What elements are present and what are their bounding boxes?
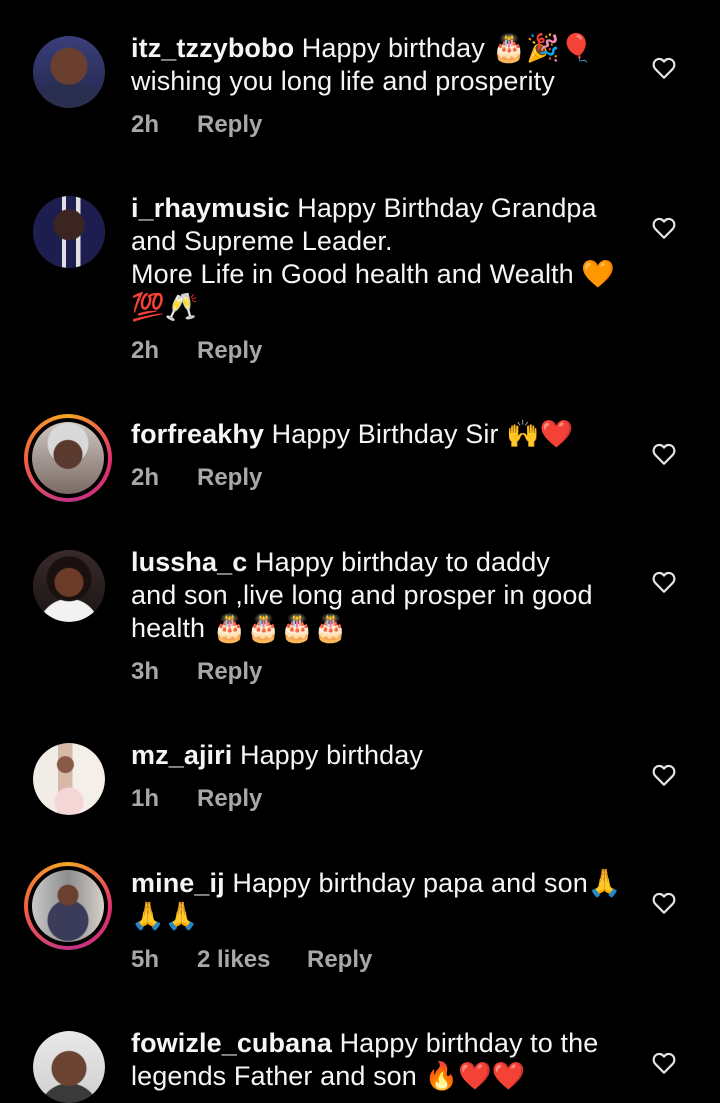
comment-body-line: More Life in Good health and Wealth 🧡 bbox=[131, 259, 616, 289]
comment-text: fowizle_cubana Happy birthday to the leg… bbox=[131, 1027, 631, 1093]
comment-time: 1h bbox=[131, 785, 160, 812]
heart-outline-icon[interactable] bbox=[651, 55, 677, 81]
comment-meta: 2h Reply bbox=[131, 464, 262, 492]
comment-body-line: Happy birthday to daddy bbox=[254, 547, 550, 577]
reply-button[interactable]: Reply bbox=[197, 785, 262, 813]
comment-username[interactable]: fowizle_cubana bbox=[131, 1028, 332, 1058]
heart-outline-icon[interactable] bbox=[651, 441, 677, 467]
avatar[interactable] bbox=[33, 196, 105, 268]
comment-body-line: Happy birthday bbox=[239, 740, 423, 770]
comment-body-line: legends Father and son 🔥❤️❤️ bbox=[131, 1061, 526, 1091]
avatar[interactable] bbox=[33, 36, 105, 108]
comment-meta: 1h Reply bbox=[131, 785, 262, 813]
comment-username[interactable]: i_rhaymusic bbox=[131, 193, 290, 223]
comment-body-line: Happy Birthday Grandpa bbox=[297, 193, 597, 223]
comment-body-line: Happy birthday to the bbox=[339, 1028, 599, 1058]
comment-body-line: wishing you long life and prosperity bbox=[131, 66, 555, 96]
comment-text: mine_ij Happy birthday papa and son🙏 🙏🙏 bbox=[131, 867, 631, 933]
comment-meta: 2h Reply bbox=[131, 337, 262, 365]
comment-time: 3h bbox=[131, 658, 160, 685]
comment-meta: 3h Reply bbox=[131, 658, 262, 686]
avatar[interactable] bbox=[33, 1031, 105, 1103]
comment-body-line: Happy birthday 🎂🎉🎈 bbox=[301, 33, 594, 63]
comment-likes-count[interactable]: 2 likes bbox=[197, 946, 307, 974]
comment-body-line: 💯🥂 bbox=[131, 292, 199, 322]
comment-meta: 5h 2 likes Reply bbox=[131, 946, 372, 974]
comment-body-line: Happy birthday papa and son🙏 bbox=[232, 868, 622, 898]
comment-text: lussha_c Happy birthday to daddy and son… bbox=[131, 546, 631, 645]
heart-outline-icon[interactable] bbox=[651, 890, 677, 916]
reply-button[interactable]: Reply bbox=[197, 658, 262, 686]
comment-time: 2h bbox=[131, 337, 160, 364]
comment-text: itz_tzzybobo Happy birthday 🎂🎉🎈 wishing … bbox=[131, 32, 631, 98]
avatar[interactable] bbox=[33, 743, 105, 815]
comment-username[interactable]: lussha_c bbox=[131, 547, 247, 577]
comment-text: i_rhaymusic Happy Birthday Grandpa and S… bbox=[131, 192, 631, 324]
comment-time: 2h bbox=[131, 464, 160, 491]
comment-username[interactable]: forfreakhy bbox=[131, 419, 264, 449]
comment-text: mz_ajiri Happy birthday bbox=[131, 739, 631, 772]
heart-outline-icon[interactable] bbox=[651, 215, 677, 241]
comment-body-line: health 🎂🎂🎂🎂 bbox=[131, 613, 348, 643]
avatar-story-ring[interactable] bbox=[24, 414, 112, 502]
comment-body-line: Happy Birthday Sir 🙌❤️ bbox=[271, 419, 574, 449]
comment-username[interactable]: mz_ajiri bbox=[131, 740, 232, 770]
comment-time: 2h bbox=[131, 111, 160, 138]
comment-time: 5h bbox=[131, 946, 160, 973]
avatar[interactable] bbox=[33, 550, 105, 622]
comment-username[interactable]: mine_ij bbox=[131, 868, 225, 898]
avatar-story-ring[interactable] bbox=[24, 862, 112, 950]
comment-username[interactable]: itz_tzzybobo bbox=[131, 33, 294, 63]
reply-button[interactable]: Reply bbox=[197, 111, 262, 139]
reply-button[interactable]: Reply bbox=[197, 337, 262, 365]
comment-text: forfreakhy Happy Birthday Sir 🙌❤️ bbox=[131, 418, 631, 451]
heart-outline-icon[interactable] bbox=[651, 762, 677, 788]
comment-body-line: and son ,live long and prosper in good bbox=[131, 580, 593, 610]
comment-body-line: and Supreme Leader. bbox=[131, 226, 393, 256]
reply-button[interactable]: Reply bbox=[197, 464, 262, 492]
comment-meta: 2h Reply bbox=[131, 111, 262, 139]
heart-outline-icon[interactable] bbox=[651, 569, 677, 595]
reply-button[interactable]: Reply bbox=[307, 946, 372, 974]
comment-body-line: 🙏🙏 bbox=[131, 901, 199, 931]
heart-outline-icon[interactable] bbox=[651, 1050, 677, 1076]
